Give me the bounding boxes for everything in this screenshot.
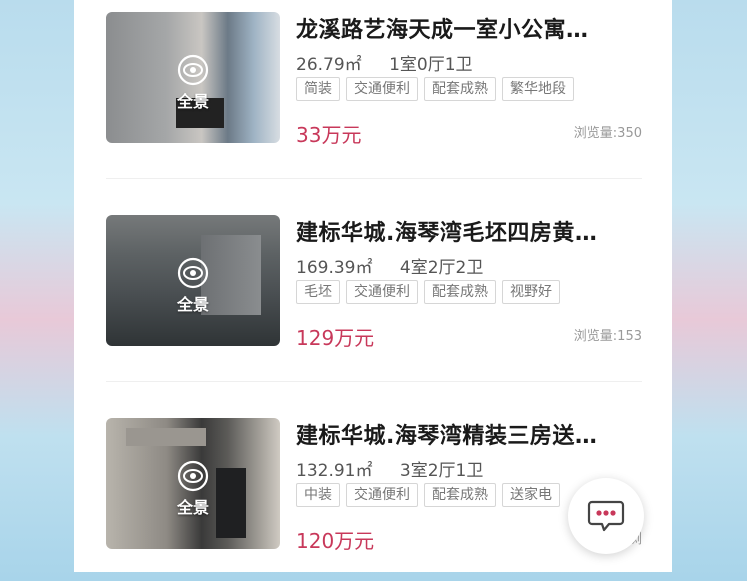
- panorama-label: 全景: [176, 92, 209, 111]
- listing-layout: 1室0厅1卫: [389, 55, 473, 75]
- panorama-badge: 全景: [106, 460, 280, 518]
- listing-title[interactable]: 龙溪路艺海天成一室小公寓…: [296, 12, 636, 44]
- listing-tags: 中装 交通便利 配套成熟 送家电: [296, 483, 560, 507]
- divider: [106, 381, 642, 382]
- panorama-label: 全景: [176, 295, 209, 314]
- tag: 配套成熟: [424, 77, 496, 101]
- listing-views: 浏览量:350: [573, 126, 642, 141]
- tag: 简装: [296, 77, 340, 101]
- listing-price: 129万元: [296, 326, 375, 350]
- listing-tags: 毛坯 交通便利 配套成熟 视野好: [296, 280, 560, 304]
- listing-layout: 4室2厅2卫: [399, 258, 484, 278]
- tag: 配套成熟: [424, 483, 496, 507]
- listing-card-1[interactable]: 全景 龙溪路艺海天成一室小公寓… 26.79㎡ 1室0厅1卫 简装 交通便利 配…: [74, 0, 672, 180]
- listing-area: 169.39㎡: [296, 258, 373, 278]
- listing-meta: 26.79㎡ 1室0厅1卫: [296, 50, 473, 75]
- listing-title[interactable]: 建标华城.海琴湾毛坯四房黄…: [296, 215, 636, 247]
- listing-area: 132.91㎡: [296, 461, 373, 481]
- listing-layout: 3室2厅1卫: [399, 461, 484, 481]
- tag: 配套成熟: [424, 280, 496, 304]
- tag: 毛坯: [296, 280, 340, 304]
- tag: 交通便利: [346, 483, 418, 507]
- panorama-badge: 全景: [106, 54, 280, 112]
- panorama-label: 全景: [176, 498, 209, 517]
- listing-thumbnail[interactable]: 全景: [106, 215, 280, 346]
- listing-price: 120万元: [296, 529, 375, 553]
- chat-bubble-icon: [587, 500, 625, 532]
- listing-area: 26.79㎡: [296, 55, 362, 75]
- tag: 交通便利: [346, 77, 418, 101]
- chat-button[interactable]: [568, 478, 644, 554]
- listing-card-2[interactable]: 全景 建标华城.海琴湾毛坯四房黄… 169.39㎡ 4室2厅2卫 毛坯 交通便利…: [74, 203, 672, 383]
- listing-price: 33万元: [296, 123, 362, 147]
- listing-meta: 169.39㎡ 4室2厅2卫: [296, 253, 483, 278]
- panorama-eye-icon: [177, 257, 209, 289]
- listing-thumbnail[interactable]: 全景: [106, 12, 280, 143]
- panorama-badge: 全景: [106, 257, 280, 315]
- listing-title[interactable]: 建标华城.海琴湾精装三房送…: [296, 418, 636, 450]
- divider: [106, 178, 642, 179]
- tag: 中装: [296, 483, 340, 507]
- panorama-eye-icon: [177, 460, 209, 492]
- tag: 视野好: [502, 280, 560, 304]
- tag: 繁华地段: [502, 77, 574, 101]
- listing-tags: 简装 交通便利 配套成熟 繁华地段: [296, 77, 574, 101]
- tag: 送家电: [502, 483, 560, 507]
- listing-views: 浏览量:153: [573, 329, 642, 344]
- tag: 交通便利: [346, 280, 418, 304]
- panorama-eye-icon: [177, 54, 209, 86]
- listing-thumbnail[interactable]: 全景: [106, 418, 280, 549]
- listing-meta: 132.91㎡ 3室2厅1卫: [296, 456, 483, 481]
